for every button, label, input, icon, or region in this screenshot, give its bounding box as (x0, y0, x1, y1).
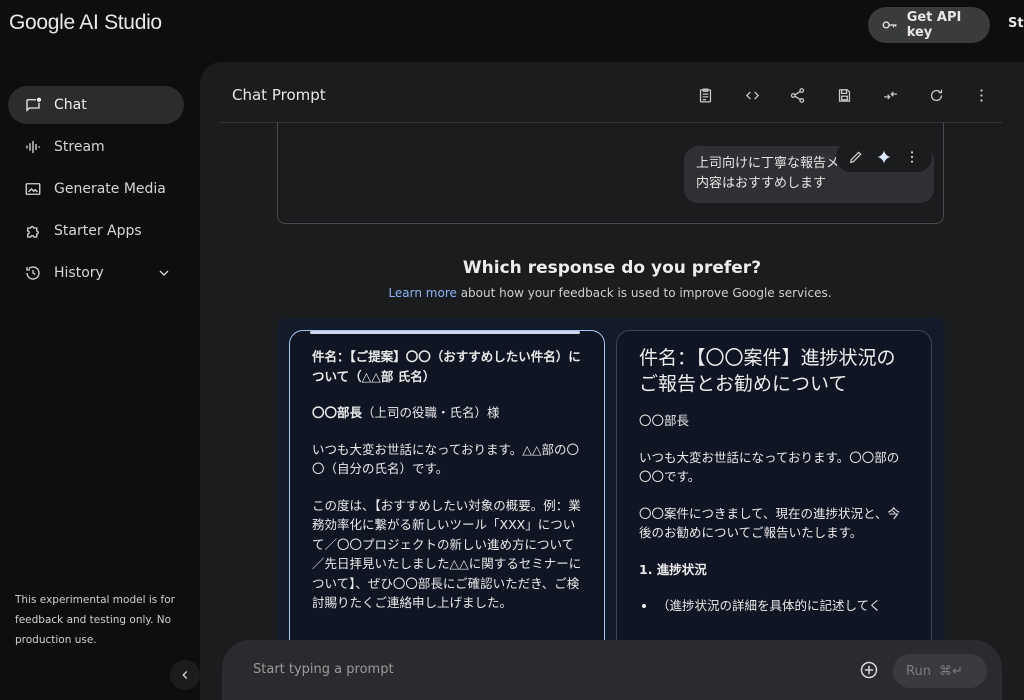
prompt-input[interactable]: Start typing a prompt (253, 662, 394, 677)
share-icon (790, 87, 804, 103)
prompt-input-bar[interactable]: Start typing a prompt Run ⌘↵ (222, 640, 1002, 700)
response-b-title: 件名：【〇〇案件】進捗状況のご報告とお勧めについて (639, 347, 896, 395)
chevron-left-icon (182, 671, 188, 679)
app-logo[interactable]: Google AI Studio (9, 11, 162, 35)
preference-subtitle: Learn more about how your feedback is us… (200, 286, 1020, 300)
collapse-sidebar-button[interactable] (170, 660, 200, 690)
compare-icon (883, 91, 897, 99)
refresh-button[interactable] (925, 84, 947, 106)
save-button[interactable] (833, 84, 855, 106)
response-b-card[interactable]: 件名：【〇〇案件】進捗状況のご報告とお勧めについて 〇〇部長 いつも大変お世話に… (616, 330, 932, 660)
response-a-subject: 件名：【ご提案】〇〇（おすすめしたい件名）について（△△部 氏名） (312, 349, 581, 384)
learn-more-link[interactable]: Learn more (388, 286, 456, 300)
chat-panel: Chat Prompt 上司向けに丁寧な報告メ 内容はおすすめします Which… (200, 62, 1024, 700)
sidebar-item-label: Generate Media (54, 181, 166, 197)
sidebar-item-label: Chat (54, 97, 87, 113)
response-b-heading: 1. 進捗状況 (639, 561, 707, 577)
sidebar-item-starter-apps[interactable]: Starter Apps (8, 212, 184, 250)
response-comparison: 件名：【ご提案】〇〇（おすすめしたい件名）について（△△部 氏名） 〇〇部長（上… (278, 318, 944, 660)
sidebar-item-label: History (54, 265, 104, 281)
sidebar-item-chat[interactable]: Chat (8, 86, 184, 124)
clipboard-button[interactable] (694, 84, 716, 106)
key-icon (882, 21, 897, 29)
history-icon (26, 266, 40, 280)
compare-button[interactable] (879, 84, 901, 106)
more-vert-icon[interactable] (904, 149, 920, 165)
response-a-card[interactable]: 件名：【ご提案】〇〇（おすすめしたい件名）について（△△部 氏名） 〇〇部長（上… (289, 330, 605, 660)
response-b-paragraph: 〇〇部長 (639, 413, 690, 428)
message-actions (836, 142, 932, 172)
run-label: Run (906, 663, 931, 679)
puzzle-icon (27, 225, 39, 238)
response-b-paragraph: いつも大変お世話になっております。〇〇部の〇〇です。 (639, 449, 900, 485)
run-button[interactable]: Run ⌘↵ (893, 654, 987, 688)
sparkle-icon[interactable] (876, 149, 892, 165)
get-api-key-button[interactable]: Get API key (868, 7, 990, 43)
response-b-list-item: （進捗状況の詳細を具体的に記述してく (657, 596, 909, 616)
edit-icon[interactable] (848, 149, 864, 165)
response-b-paragraph: 〇〇案件につきまして、現在の進捗状況と、今後のお勧めについてご報告いたします。 (639, 505, 901, 541)
response-a-greeting-name: 〇〇部長 (312, 405, 363, 420)
response-a-paragraph: いつも大変お世話になっております。△△部の〇〇（自分の氏名）です。 (312, 441, 579, 477)
get-api-key-label: Get API key (906, 10, 962, 40)
share-button[interactable] (786, 84, 808, 106)
code-icon (745, 91, 759, 99)
save-icon (838, 88, 850, 102)
sidebar-item-label: Stream (54, 139, 105, 155)
sidebar-item-history[interactable]: History (8, 254, 184, 292)
header-truncated-button[interactable]: Str (1008, 16, 1024, 31)
response-a-greeting-rest: （上司の役職・氏名）様 (362, 405, 500, 420)
image-icon (25, 183, 41, 195)
refresh-icon (930, 89, 942, 101)
preference-title: Which response do you prefer? (462, 258, 762, 278)
sidebar-item-generate-media[interactable]: Generate Media (8, 170, 184, 208)
add-circle-icon[interactable] (859, 660, 879, 680)
waveform-icon (26, 141, 40, 153)
chevron-down-icon[interactable] (156, 265, 172, 281)
page-title: Chat Prompt (232, 86, 326, 104)
response-a-paragraph: この度は、【おすすめしたい対象の概要。例：業務効率化に繋がる新しいツール「XXX… (312, 497, 582, 611)
clipboard-icon (699, 87, 711, 103)
get-code-button[interactable] (741, 84, 763, 106)
chat-icon (26, 97, 42, 112)
sidebar-item-stream[interactable]: Stream (8, 128, 184, 166)
more-options-button[interactable] (970, 84, 992, 106)
sidebar-item-label: Starter Apps (54, 223, 142, 239)
experimental-disclaimer: This experimental model is for feedback … (15, 594, 175, 646)
preference-subtitle-text: about how your feedback is used to impro… (456, 286, 832, 300)
user-message-line: 内容はおすすめします (696, 176, 827, 191)
app-root: Google AI Studio Get API key Str Chat St… (0, 0, 1024, 700)
run-shortcut: ⌘↵ (938, 663, 963, 679)
more-vert-icon (979, 88, 983, 102)
response-a-selected-indicator (310, 331, 580, 334)
